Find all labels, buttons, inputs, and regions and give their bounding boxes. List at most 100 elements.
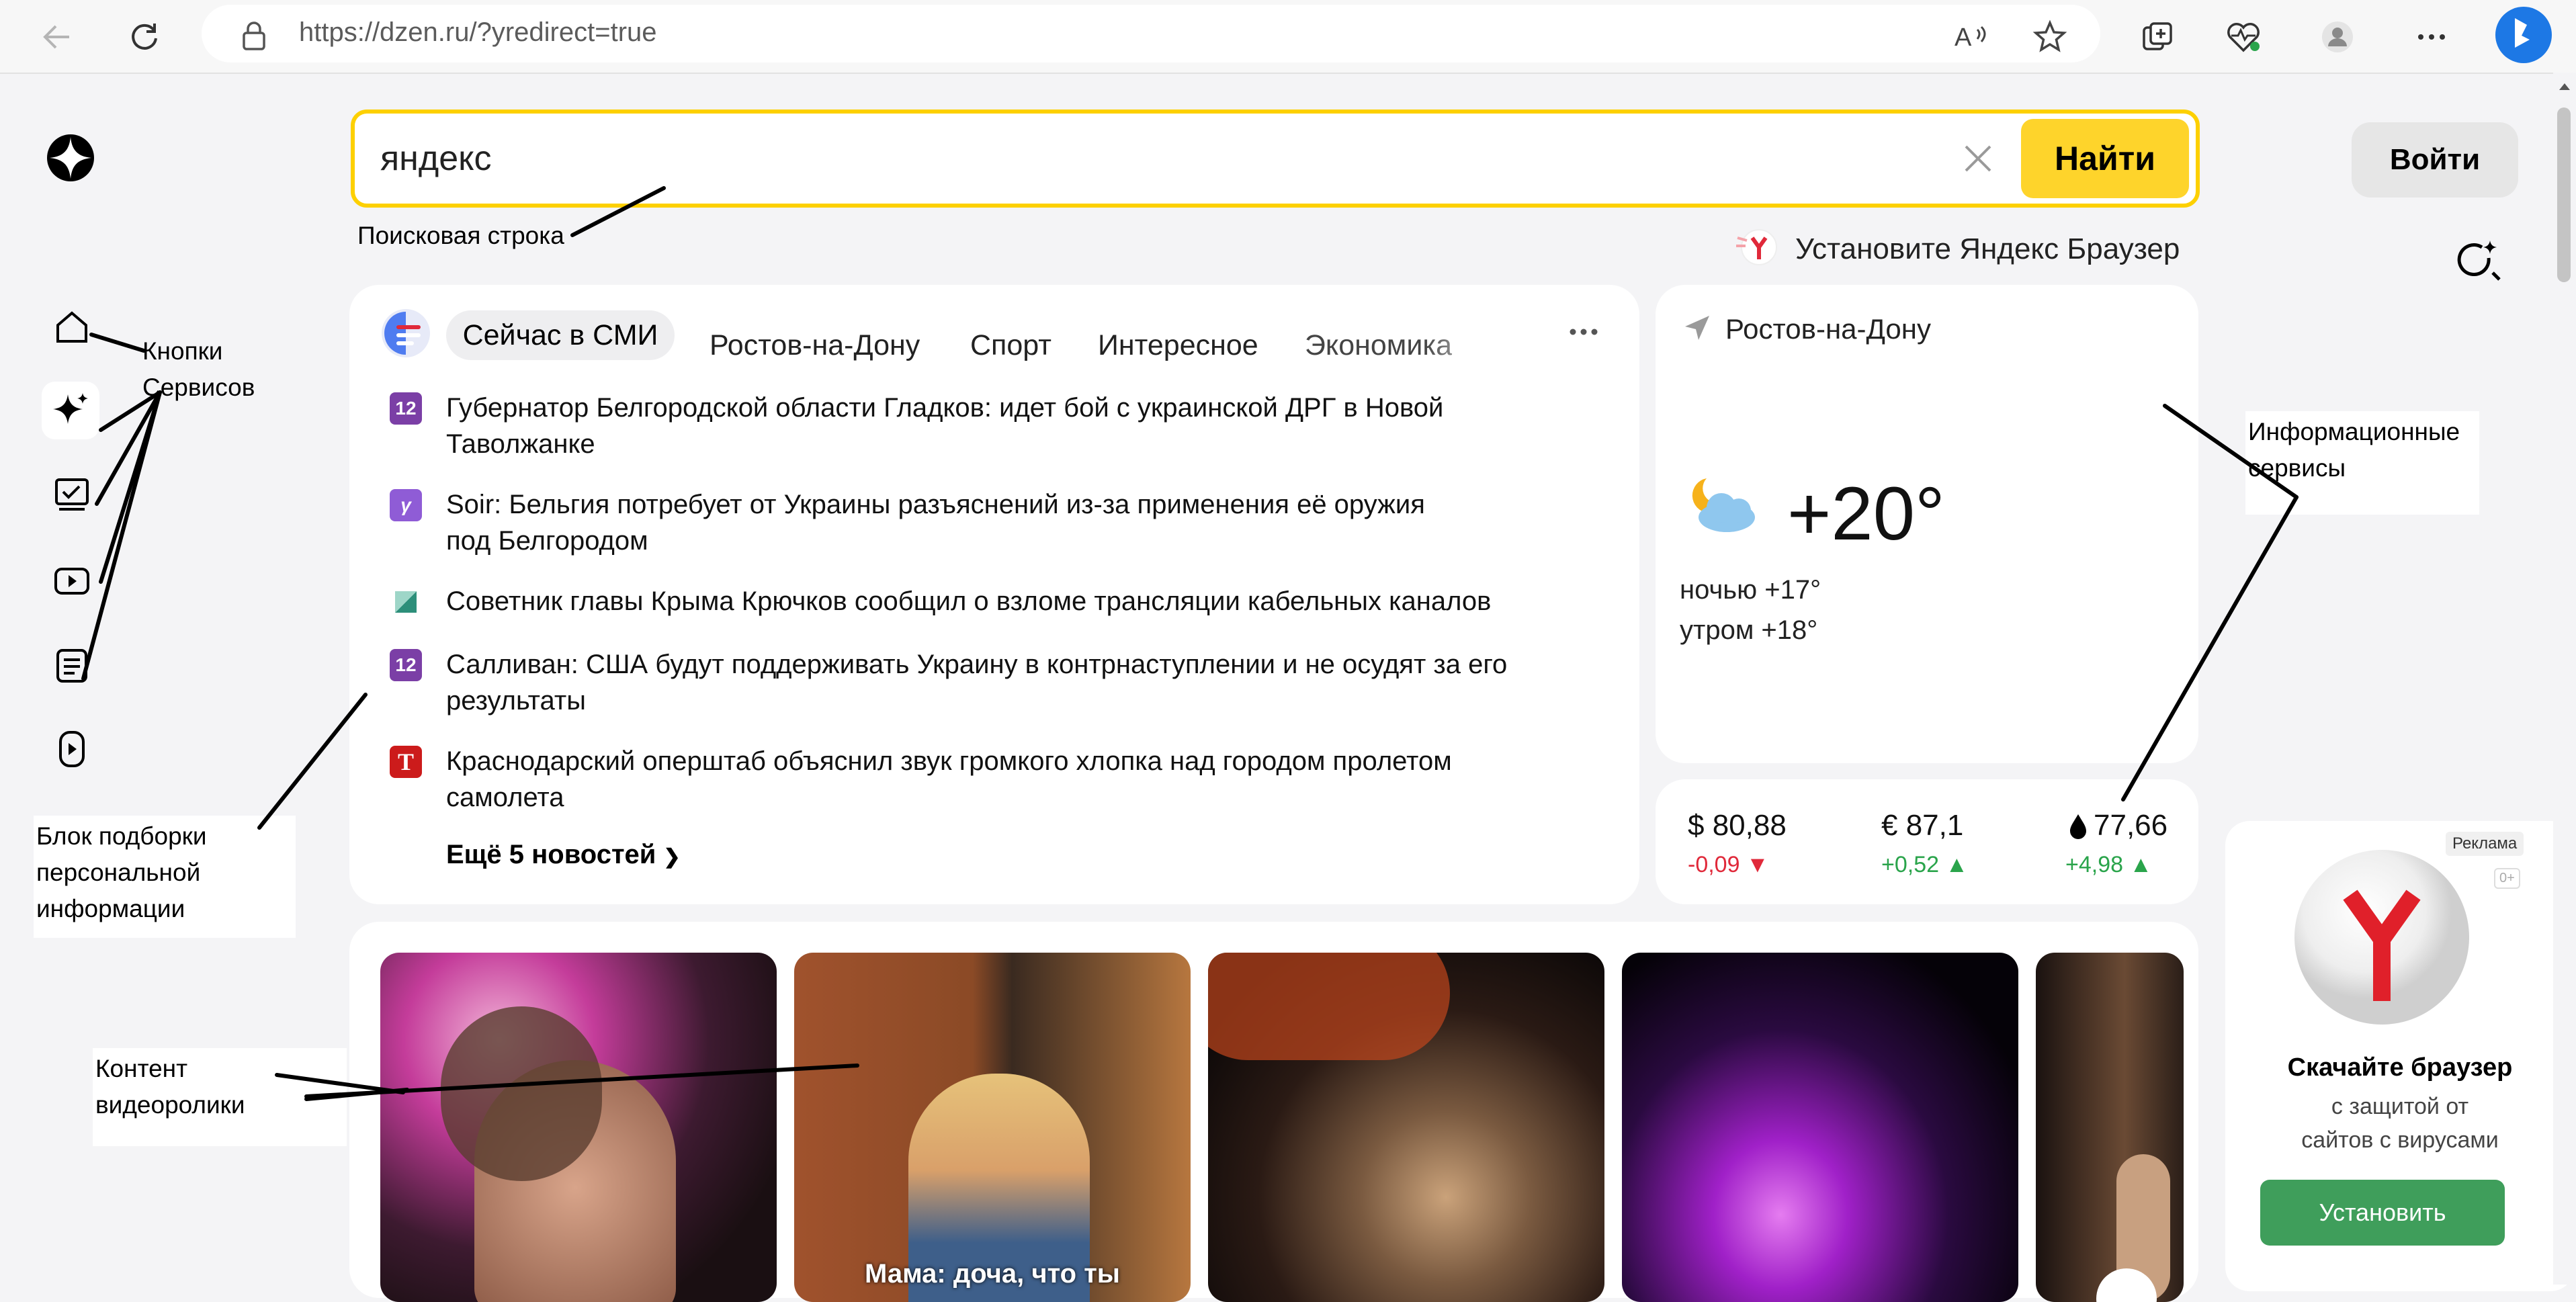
news-item[interactable]: Краснодарский оперштаб объяснил звук гро… bbox=[446, 743, 1588, 816]
ellipsis-icon[interactable] bbox=[2408, 13, 2455, 60]
more-news-label[interactable]: Ещё 5 новостей bbox=[446, 840, 656, 869]
annotation-info-services: Информационные сервисы bbox=[2245, 411, 2479, 515]
triangle-down-icon: ▼ bbox=[1746, 852, 1769, 877]
oil-drop-icon bbox=[2068, 813, 2088, 840]
news-title-line2[interactable]: Таволжанке bbox=[446, 429, 595, 459]
install-button[interactable]: Установить bbox=[2260, 1180, 2505, 1246]
triangle-up-icon: ▲ bbox=[1945, 852, 1969, 877]
source-icon: 12 bbox=[390, 392, 422, 425]
news-title-line1[interactable]: Губернатор Белгородской области Гладков:… bbox=[446, 393, 1443, 423]
home-icon[interactable] bbox=[48, 304, 95, 351]
bing-icon[interactable] bbox=[2491, 3, 2556, 67]
tab-sport[interactable]: Спорт bbox=[970, 329, 1051, 362]
tab-news-now[interactable]: Сейчас в СМИ bbox=[446, 310, 675, 360]
age-rating: 0+ bbox=[2494, 868, 2520, 889]
ad-title: Скачайте браузер bbox=[2287, 1053, 2513, 1082]
scrollbar-thumb[interactable] bbox=[2557, 107, 2571, 282]
search-input[interactable]: яндекс bbox=[380, 138, 491, 179]
chevron-down-icon[interactable]: ❯ bbox=[664, 846, 681, 868]
oil-rate[interactable]: 77,66 bbox=[2094, 809, 2167, 842]
tab-rostov[interactable]: Ростов-на-Дону bbox=[710, 329, 920, 362]
annotation-info-2: сервисы bbox=[2248, 454, 2346, 482]
clips-play-icon[interactable] bbox=[48, 726, 95, 773]
news-title-line1[interactable]: Салливан: США будут поддерживать Украину… bbox=[446, 650, 1507, 679]
eur-change-value: +0,52 bbox=[1881, 852, 1940, 877]
article-icon[interactable] bbox=[48, 642, 95, 689]
annotation-search-line: Поисковая строка bbox=[357, 222, 564, 249]
news-title-line2[interactable]: самолета bbox=[446, 783, 564, 812]
tabs-fade bbox=[1424, 322, 1532, 356]
annotation-video-1: Контент bbox=[95, 1055, 188, 1082]
find-button[interactable]: Найти bbox=[2021, 119, 2189, 198]
heart-pulse-icon[interactable] bbox=[2220, 13, 2267, 60]
annotation-services-2: Сервисов bbox=[142, 374, 255, 401]
source-icon: γ bbox=[390, 489, 422, 521]
video-thumbnail[interactable] bbox=[2036, 953, 2184, 1302]
star-icon[interactable] bbox=[2026, 13, 2073, 60]
partly-cloudy-night-icon bbox=[1680, 470, 1767, 544]
yandex-browser-logo-icon bbox=[2291, 847, 2473, 1028]
annotation-services: Кнопки Сервисов bbox=[140, 331, 257, 408]
video-play-icon[interactable] bbox=[48, 558, 95, 605]
news-item[interactable]: Салливан: США будут поддерживать Украину… bbox=[446, 646, 1588, 719]
weather-night: ночью +17° bbox=[1680, 575, 1821, 605]
source-icon: 12 bbox=[390, 649, 422, 681]
annotation-personal-block: Блок подборки персональной информации bbox=[34, 816, 296, 938]
ad-line2: сайтов с вирусами bbox=[2301, 1127, 2499, 1153]
oil-change-value: +4,98 bbox=[2065, 852, 2124, 877]
annotation-video-2: видеоролики bbox=[95, 1091, 245, 1119]
url-text[interactable]: https://dzen.ru/?yredirect=true bbox=[299, 17, 657, 48]
annotation-block-1: Блок подборки bbox=[36, 822, 207, 850]
login-button[interactable]: Войти bbox=[2352, 122, 2518, 198]
video-thumbnail[interactable]: Мама: доча, что ты bbox=[794, 953, 1191, 1302]
refresh-sparkle-icon[interactable] bbox=[2451, 238, 2502, 289]
annotation-block-2: персональной bbox=[36, 859, 201, 886]
read-aloud-icon[interactable]: A bbox=[1947, 13, 1994, 60]
news-title-line2[interactable]: под Белгородом bbox=[446, 526, 648, 556]
usd-change: -0,09 ▼ bbox=[1688, 852, 1769, 878]
scroll-up-icon[interactable] bbox=[2557, 79, 2572, 94]
source-icon: T bbox=[390, 746, 422, 778]
oil-change: +4,98 ▲ bbox=[2065, 852, 2152, 878]
sparkle-icon[interactable] bbox=[42, 382, 99, 439]
video-thumbnail[interactable] bbox=[1208, 953, 1604, 1302]
profile-icon[interactable] bbox=[2314, 13, 2361, 60]
tab-interesting[interactable]: Интересное bbox=[1098, 329, 1258, 362]
install-browser-promo[interactable]: Установите Яндекс Браузер bbox=[1795, 232, 2180, 266]
video-caption: Мама: доча, что ты bbox=[865, 1259, 1120, 1289]
arrow-left-icon[interactable] bbox=[34, 13, 81, 60]
usd-rate[interactable]: $ 80,88 bbox=[1688, 809, 1787, 842]
clear-icon[interactable] bbox=[1957, 137, 2000, 180]
ellipsis-icon[interactable] bbox=[1565, 318, 1602, 345]
lock-icon[interactable] bbox=[234, 16, 274, 56]
more-news-button[interactable]: Ещё 5 новостей ❯ bbox=[446, 840, 681, 870]
weather-city[interactable]: Ростов-на-Дону bbox=[1725, 313, 1931, 345]
collections-icon[interactable] bbox=[2134, 13, 2181, 60]
eur-rate[interactable]: € 87,1 bbox=[1881, 809, 1963, 842]
annotation-info-1: Информационные bbox=[2248, 418, 2460, 445]
annotation-services-1: Кнопки bbox=[142, 337, 223, 365]
eur-change: +0,52 ▲ bbox=[1881, 852, 1968, 878]
task-check-icon[interactable] bbox=[48, 470, 95, 517]
news-item[interactable]: Советник главы Крыма Крючков сообщил о в… bbox=[446, 583, 1588, 619]
search-box[interactable] bbox=[351, 110, 2200, 208]
reload-icon[interactable] bbox=[121, 13, 168, 60]
location-arrow-icon bbox=[1682, 313, 1712, 343]
news-item[interactable]: Губернатор Белгородской области Гладков:… bbox=[446, 390, 1588, 462]
annotation-video-content: Контент видеоролики bbox=[93, 1048, 347, 1146]
video-thumbnail[interactable] bbox=[1622, 953, 2018, 1302]
video-thumbnail[interactable] bbox=[380, 953, 777, 1302]
weather-temperature[interactable]: +20° bbox=[1787, 470, 1945, 557]
triangle-up-icon: ▲ bbox=[2129, 852, 2153, 877]
news-title-line1[interactable]: Краснодарский оперштаб объяснил звук гро… bbox=[446, 746, 1452, 776]
news-title-line2[interactable]: результаты bbox=[446, 686, 586, 715]
yandex-browser-icon[interactable] bbox=[1733, 223, 1782, 271]
weather-morning: утром +18° bbox=[1680, 615, 1818, 645]
news-title-line1[interactable]: Советник главы Крыма Крючков сообщил о в… bbox=[446, 587, 1491, 616]
svg-text:A: A bbox=[1955, 24, 1972, 52]
news-item[interactable]: Soir: Бельгия потребует от Украины разъя… bbox=[446, 486, 1588, 559]
source-icon bbox=[390, 586, 422, 618]
usd-change-value: -0,09 bbox=[1688, 852, 1740, 877]
zen-logo-icon[interactable] bbox=[46, 133, 95, 183]
news-title-line1[interactable]: Soir: Бельгия потребует от Украины разъя… bbox=[446, 490, 1425, 519]
